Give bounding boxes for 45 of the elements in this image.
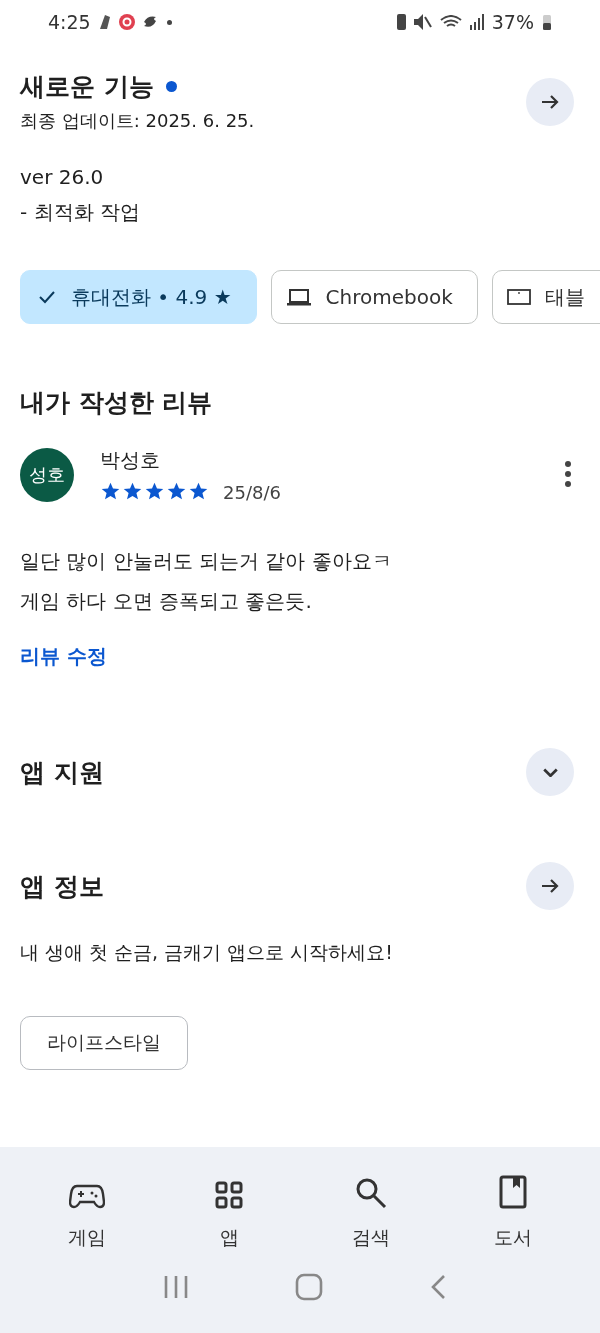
tablet-icon [506, 287, 531, 307]
battery-saver-icon [396, 14, 406, 30]
gamepad-icon [69, 1183, 105, 1209]
release-note-line: ver 26.0 [20, 165, 105, 189]
nav-item[interactable]: 검색 [321, 1167, 421, 1251]
apps-grid-icon [215, 1181, 243, 1209]
nav-item[interactable]: 앱 [179, 1167, 279, 1251]
expand-button[interactable] [526, 748, 574, 796]
arrow-button[interactable] [526, 862, 574, 910]
nav-item[interactable]: 게임 [37, 1167, 137, 1251]
battery-percent: 37% [491, 11, 534, 33]
more-vertical-icon [564, 459, 572, 488]
book-icon [499, 1175, 527, 1209]
device-chip[interactable]: Chromebook [270, 270, 478, 324]
nav-item[interactable]: 도서 [463, 1167, 563, 1251]
search-icon [355, 1177, 387, 1209]
target-icon [118, 14, 135, 30]
arrow-button[interactable] [526, 77, 574, 126]
section-title: 새로운 기능 [20, 71, 154, 103]
category-tag[interactable]: 라이프스타일 [20, 1016, 188, 1070]
home-icon[interactable] [295, 1273, 323, 1301]
user-avatar: 성호 [20, 448, 74, 502]
mute-icon [413, 14, 432, 30]
section-title: 내가 작성한 리뷰 [19, 387, 214, 419]
release-note-line: - 최적화 작업 [20, 199, 141, 226]
chevron-icon [542, 767, 558, 777]
recent-apps-icon[interactable] [163, 1274, 189, 1300]
laptop-icon [285, 287, 312, 307]
swirl-icon [142, 15, 159, 29]
review-text: 일단 많이 안눌러도 되는거 같아 좋아요ㅋ 게임 하다 오면 증폭되고 좋은듯. [20, 548, 393, 615]
last-updated-text: 최종 업데이트: 2025. 6. 25. [20, 109, 255, 133]
back-icon[interactable] [429, 1273, 447, 1301]
edit-review-link[interactable]: 리뷰 수정 [20, 643, 107, 670]
device-chip[interactable]: 휴대전화 • 4.9 ★ [20, 270, 257, 324]
reviewer-name: 박성호 [100, 447, 161, 474]
status-time: 4:25 [48, 11, 91, 33]
device-chip[interactable]: 태블 [491, 270, 600, 324]
section-title: 앱 정보 [20, 870, 104, 903]
battery-icon [542, 13, 552, 31]
signal-icon [469, 14, 484, 30]
section-title: 앱 지원 [20, 756, 104, 789]
review-date: 25/8/6 [223, 482, 281, 503]
wifi-icon [439, 15, 462, 29]
app-description: 내 생애 첫 순금, 금캐기 앱으로 시작하세요! [19, 940, 394, 965]
dot-icon [166, 19, 172, 25]
